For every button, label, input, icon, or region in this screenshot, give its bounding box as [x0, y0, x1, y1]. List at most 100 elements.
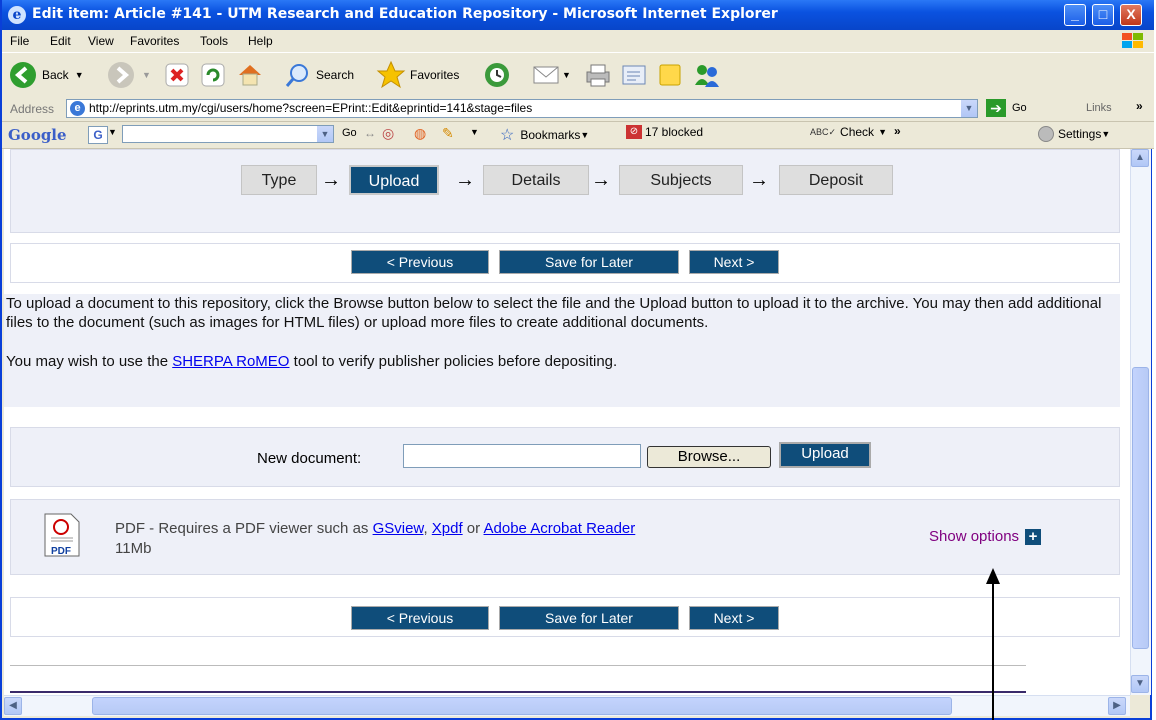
- forward-button[interactable]: ▼: [106, 59, 151, 91]
- favorites-button[interactable]: Favorites: [376, 59, 459, 91]
- scroll-down-icon[interactable]: ▼: [1131, 675, 1149, 693]
- go-label: Go: [1012, 102, 1027, 114]
- back-button[interactable]: Back ▼: [8, 59, 84, 91]
- scroll-up-icon[interactable]: ▲: [1131, 149, 1149, 167]
- step-subjects[interactable]: Subjects: [619, 165, 743, 195]
- step-arrow-icon: →: [455, 169, 475, 191]
- address-dropdown-icon[interactable]: ▼: [961, 100, 977, 117]
- bookmarks-label: Bookmarks: [520, 128, 581, 142]
- file-path-input[interactable]: [403, 444, 641, 468]
- messenger-button[interactable]: [692, 59, 722, 91]
- forward-dropdown-icon[interactable]: ▼: [142, 70, 151, 80]
- discuss-button[interactable]: [656, 59, 684, 91]
- highlight-icon[interactable]: ✎: [442, 125, 454, 142]
- print-button[interactable]: [584, 59, 612, 91]
- stop-button[interactable]: [164, 59, 190, 91]
- pagerank-icon[interactable]: ◎: [382, 125, 394, 142]
- google-search-dropdown-icon[interactable]: ▼: [317, 126, 333, 142]
- gsview-link[interactable]: GSview: [373, 520, 424, 537]
- previous-button-top[interactable]: < Previous: [351, 250, 489, 274]
- address-bar: Address e http://eprints.utm.my/cgi/user…: [2, 97, 1154, 122]
- back-dropdown-icon[interactable]: ▼: [75, 70, 84, 80]
- search-button[interactable]: Search: [284, 59, 354, 91]
- pdf-icon-label: PDF: [51, 546, 71, 557]
- popup-blocker-button[interactable]: ⊘ 17 blocked: [626, 125, 703, 139]
- separator-text: or: [462, 520, 484, 537]
- favorites-star-icon: [376, 60, 406, 89]
- go-button[interactable]: ➔ Go: [986, 99, 1027, 117]
- step-arrow-icon: →: [321, 169, 341, 191]
- step-upload[interactable]: Upload: [349, 165, 439, 195]
- horizontal-scrollbar[interactable]: ◀ ▶: [4, 695, 1130, 716]
- scroll-left-icon[interactable]: ◀: [4, 697, 22, 715]
- history-button[interactable]: [482, 59, 512, 91]
- address-input[interactable]: e http://eprints.utm.my/cgi/users/home?s…: [66, 99, 978, 118]
- bookmarks-button[interactable]: ☆ Bookmarks ▼: [500, 125, 589, 145]
- step-arrow-icon: →: [749, 169, 769, 191]
- mail-icon: [533, 66, 559, 84]
- google-more-chevron-icon[interactable]: »: [894, 124, 901, 138]
- step-details[interactable]: Details: [483, 165, 589, 195]
- menu-help[interactable]: Help: [248, 34, 273, 48]
- upload-instructions: To upload a document to this repository,…: [4, 294, 1120, 407]
- menu-file[interactable]: File: [10, 34, 29, 48]
- top-nav-panel: < Previous Save for Later Next >: [10, 243, 1120, 283]
- menu-bar: File Edit View Favorites Tools Help: [2, 30, 1154, 52]
- next-button-top[interactable]: Next >: [689, 250, 779, 274]
- mail-dropdown-icon[interactable]: ▼: [562, 70, 571, 80]
- google-arrows-icon[interactable]: ↔: [364, 126, 376, 140]
- browse-button[interactable]: Browse...: [647, 446, 771, 468]
- vertical-scroll-thumb[interactable]: [1132, 367, 1149, 649]
- previous-button-bottom[interactable]: < Previous: [351, 606, 489, 630]
- close-button[interactable]: X: [1120, 4, 1142, 26]
- links-button[interactable]: Links: [1086, 102, 1112, 114]
- divider: [10, 665, 1026, 666]
- adobe-acrobat-link[interactable]: Adobe Acrobat Reader: [484, 520, 636, 537]
- popup-blocked-icon: ⊘: [626, 125, 642, 139]
- spell-swirl-icon[interactable]: ◍: [414, 125, 426, 142]
- xpdf-link[interactable]: Xpdf: [432, 520, 463, 537]
- google-search-input[interactable]: ▼: [122, 125, 334, 143]
- menu-favorites[interactable]: Favorites: [130, 34, 179, 48]
- refresh-button[interactable]: [200, 59, 226, 91]
- separator-text: ,: [423, 520, 432, 537]
- minimize-button[interactable]: _: [1064, 4, 1086, 26]
- refresh-icon: [201, 63, 225, 87]
- scroll-right-icon[interactable]: ▶: [1108, 697, 1126, 715]
- settings-button[interactable]: Settings ▼: [1038, 126, 1110, 142]
- mail-button[interactable]: ▼: [532, 59, 571, 91]
- edit-button[interactable]: [620, 59, 648, 91]
- maximize-button[interactable]: □: [1092, 4, 1114, 26]
- links-chevron-icon[interactable]: »: [1136, 99, 1143, 113]
- note-icon: [659, 64, 681, 86]
- spell-check-button[interactable]: ABC✓ Check ▼: [810, 125, 887, 139]
- standard-toolbar: Back ▼ ▼ Search Favorites ▼: [2, 52, 1154, 98]
- abc-check-icon: ABC✓: [810, 126, 837, 137]
- google-g-icon[interactable]: G: [88, 126, 108, 144]
- menu-view[interactable]: View: [88, 34, 114, 48]
- save-for-later-button-top[interactable]: Save for Later: [499, 250, 679, 274]
- home-button[interactable]: [236, 59, 264, 91]
- search-icon: [285, 64, 308, 87]
- bottom-nav-panel: < Previous Save for Later Next >: [10, 597, 1120, 637]
- step-type[interactable]: Type: [241, 165, 317, 195]
- google-go-button[interactable]: Go: [342, 127, 357, 139]
- new-document-label: New document:: [257, 450, 362, 467]
- upload-button[interactable]: Upload: [779, 442, 871, 468]
- menu-edit[interactable]: Edit: [50, 34, 71, 48]
- sherpa-text-after: tool to verify publisher policies before…: [289, 353, 618, 370]
- settings-circle-icon: [1038, 126, 1054, 142]
- highlight-dropdown-icon[interactable]: ▼: [470, 127, 479, 137]
- vertical-scrollbar[interactable]: ▲ ▼: [1130, 149, 1151, 695]
- step-deposit[interactable]: Deposit: [779, 165, 893, 195]
- next-button-bottom[interactable]: Next >: [689, 606, 779, 630]
- title-bar: e Edit item: Article #141 - UTM Research…: [2, 0, 1154, 30]
- show-options-button[interactable]: Show options +: [929, 528, 1042, 545]
- instructions-paragraph: To upload a document to this repository,…: [6, 295, 1102, 331]
- horizontal-scroll-thumb[interactable]: [92, 697, 952, 715]
- google-menu-dropdown-icon[interactable]: ▼: [108, 127, 117, 137]
- save-for-later-button-bottom[interactable]: Save for Later: [499, 606, 679, 630]
- settings-dropdown-icon: ▼: [1101, 129, 1111, 139]
- menu-tools[interactable]: Tools: [200, 34, 228, 48]
- sherpa-romeo-link[interactable]: SHERPA RoMEO: [172, 353, 289, 370]
